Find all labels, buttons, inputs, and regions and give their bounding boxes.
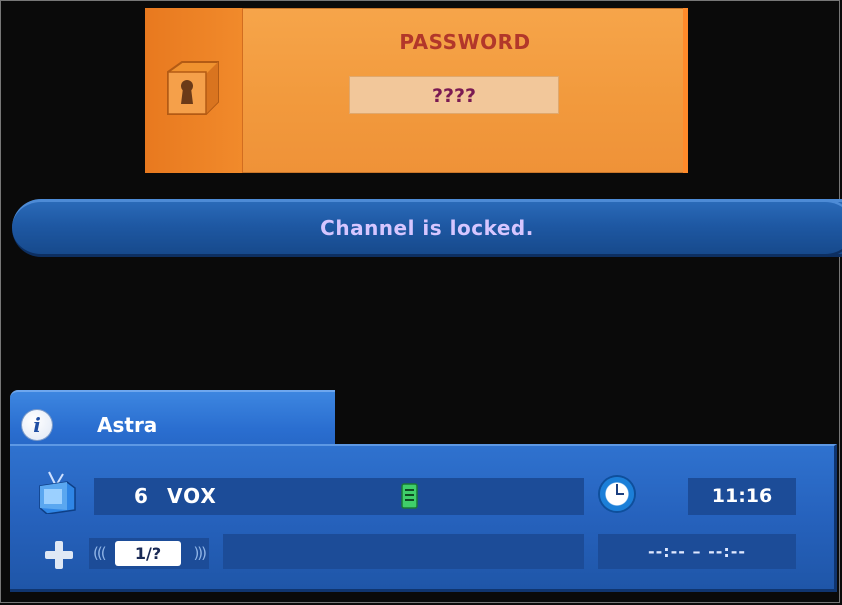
clock-icon [600,477,634,511]
channel-number: 6 [134,484,148,508]
password-title: PASSWORD [399,30,531,54]
subtitle-track-indicator[interactable]: ((( 1/? ))) [89,538,209,569]
subtitle-track-value: 1/? [115,541,181,566]
signal-waves-left-icon: ((( [93,544,106,562]
channel-name: VOX [167,484,217,508]
plus-icon [45,541,73,569]
password-dialog: PASSWORD ???? [145,8,688,173]
satellite-name: Astra [97,413,158,437]
status-bar: Channel is locked. [12,199,842,257]
channel-info-panel [10,444,837,592]
info-icon[interactable]: i [22,410,52,440]
tv-icon [39,471,76,514]
locked-message: Channel is locked. [320,216,534,240]
signal-waves-right-icon: ))) [193,544,206,562]
list-icon [401,483,418,509]
lock-icon [167,61,219,115]
current-time: 11:16 [688,478,796,515]
program-time: --:-- – --:-- [598,534,796,569]
program-title-field [223,534,584,569]
password-input[interactable]: ???? [349,76,559,114]
